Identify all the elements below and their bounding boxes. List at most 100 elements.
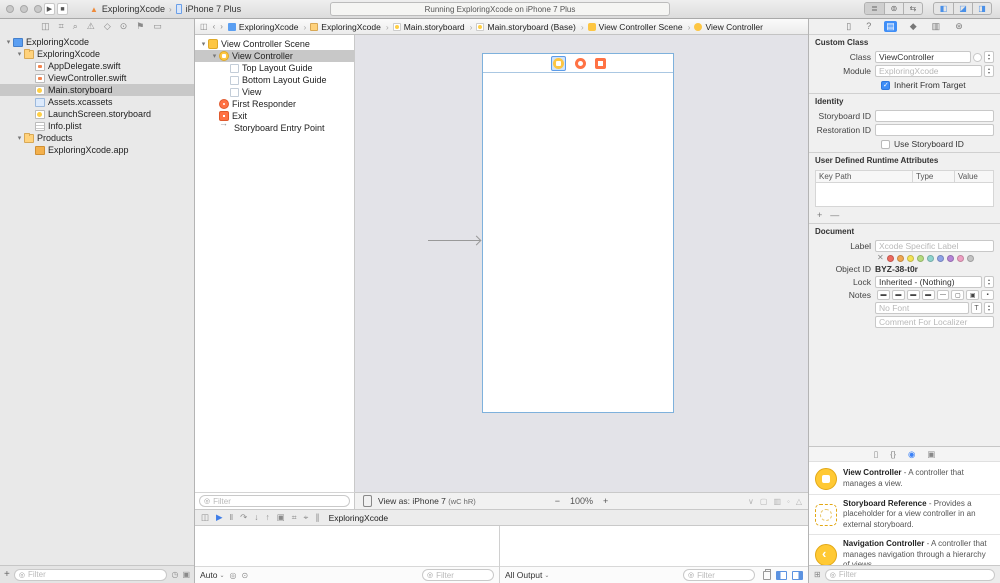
pause-button[interactable]: ‖ [230, 513, 234, 522]
assistant-editor-button[interactable]: ⊚ [884, 3, 903, 14]
nav-item-viewcontroller[interactable]: ViewController.swift [0, 72, 194, 84]
issue-navigator-icon[interactable]: ⚠ [87, 22, 95, 31]
step-into-button[interactable]: ↓ [254, 513, 258, 522]
align-icon[interactable]: ▥ [773, 497, 781, 506]
view-as-label[interactable]: View as: iPhone 7 (wC hR) [378, 496, 476, 506]
crumb-storyboard-base[interactable]: Main.storyboard (Base) [470, 22, 576, 32]
view-controller-scene[interactable] [482, 53, 674, 413]
simulate-location-button[interactable]: ⌖ [304, 513, 309, 522]
color-swatch[interactable] [927, 255, 934, 262]
update-frames-icon[interactable]: ∨ [748, 497, 754, 506]
outline-bottom-layout-guide[interactable]: Bottom Layout Guide [195, 74, 354, 86]
font-field[interactable] [875, 302, 969, 314]
connections-inspector-icon[interactable]: ⊛ [953, 21, 965, 32]
stop-button[interactable]: ■ [57, 3, 68, 15]
crumb-view-controller[interactable]: View Controller [688, 22, 763, 32]
disclosure-triangle[interactable]: ▾ [4, 38, 13, 46]
report-navigator-icon[interactable]: ▭ [153, 22, 162, 31]
toggle-debug-area-button[interactable]: ◪ [953, 3, 972, 14]
module-field[interactable] [875, 65, 982, 77]
color-swatch[interactable] [937, 255, 944, 262]
minimize-button[interactable] [20, 5, 28, 13]
forward-button[interactable]: › [220, 22, 223, 31]
toggle-variables-view-icon[interactable] [776, 571, 787, 580]
disclosure-triangle[interactable]: ▾ [15, 134, 24, 142]
font-text-button[interactable]: T [971, 302, 982, 314]
outline-entry-point[interactable]: Storyboard Entry Point [195, 122, 354, 134]
show-vars-info-icon[interactable]: ⊙ [242, 571, 249, 580]
nav-item-products[interactable]: ▾ Products [0, 132, 194, 144]
step-over-button[interactable]: ↷ [240, 513, 247, 522]
zoom-in-button[interactable]: + [603, 496, 608, 506]
document-label-field[interactable] [875, 240, 994, 252]
crumb-storyboard[interactable]: Main.storyboard [386, 22, 465, 32]
crumb-scene[interactable]: View Controller Scene [581, 22, 683, 32]
grid-view-icon[interactable]: ⊞ [814, 570, 821, 579]
resolve-auto-layout-icon[interactable]: △ [796, 497, 802, 506]
lock-popup-button[interactable] [984, 276, 994, 288]
nav-item-appdelegate[interactable]: AppDelegate.swift [0, 60, 194, 72]
disclosure-triangle[interactable]: ▾ [199, 40, 208, 48]
variables-scope-popup[interactable]: Auto⌄ [200, 570, 225, 580]
storyboard-id-field[interactable] [875, 110, 994, 122]
color-swatch[interactable] [887, 255, 894, 262]
nav-item-assets[interactable]: Assets.xcassets [0, 96, 194, 108]
color-swatch[interactable] [897, 255, 904, 262]
file-inspector-icon[interactable]: ▯ [844, 21, 853, 32]
color-swatch[interactable] [907, 255, 914, 262]
outline-filter-input[interactable] [213, 497, 345, 506]
pin-icon[interactable]: ◦ [787, 497, 790, 506]
version-editor-button[interactable]: ⇆ [903, 3, 922, 14]
related-items-icon[interactable]: ◫ [200, 22, 208, 31]
identity-inspector-icon[interactable]: ▤ [884, 21, 897, 32]
remove-runtime-attribute-button[interactable]: — [830, 210, 839, 220]
lock-popup[interactable]: Inherited - (Nothing) [875, 276, 982, 288]
class-field[interactable] [875, 51, 971, 63]
clear-console-icon[interactable] [763, 571, 771, 580]
crumb-group[interactable]: ExploringXcode [303, 22, 380, 32]
library-item-storyboard-reference[interactable]: Storyboard Reference - Provides a placeh… [809, 495, 1000, 535]
inherit-from-target-checkbox[interactable] [881, 81, 890, 90]
outline-scene[interactable]: ▾ View Controller Scene [195, 38, 354, 50]
nav-item-infoplist[interactable]: Info.plist [0, 120, 194, 132]
nav-item-app[interactable]: ExploringXcode.app [0, 144, 194, 156]
media-library-icon[interactable]: ▣ [927, 450, 935, 459]
module-popup-button[interactable] [984, 65, 994, 77]
file-template-library-icon[interactable]: ▯ [874, 450, 879, 459]
nav-item-main-storyboard[interactable]: Main.storyboard [0, 84, 194, 96]
source-control-status-icon[interactable]: ▣ [182, 570, 190, 579]
console-view[interactable]: All Output⌄ ◎ [500, 526, 808, 583]
find-navigator-icon[interactable]: ⌕ [73, 22, 78, 31]
code-snippet-library-icon[interactable]: {} [890, 450, 896, 459]
view-hierarchy-button[interactable]: ▣ [277, 513, 285, 522]
source-control-navigator-icon[interactable]: ◫ [41, 22, 50, 31]
color-swatch[interactable] [967, 255, 974, 262]
nav-item-project[interactable]: ▾ ExploringXcode [0, 36, 194, 48]
notes-style-button[interactable]: ▪ [981, 290, 994, 300]
library-item-navigation-controller[interactable]: Navigation Controller - A controller tha… [809, 535, 1000, 565]
localizer-comment-field[interactable] [875, 316, 994, 328]
use-storyboard-id-checkbox[interactable] [881, 140, 890, 149]
disclosure-triangle[interactable]: ▾ [15, 50, 24, 58]
library-filter-input[interactable] [839, 570, 990, 579]
font-stepper[interactable] [984, 302, 994, 314]
run-button[interactable]: ▶ [44, 3, 55, 15]
breakpoints-toggle-button[interactable]: ▶ [216, 513, 223, 522]
toggle-navigator-button[interactable]: ◧ [934, 3, 953, 14]
standard-editor-button[interactable]: ≣ [865, 3, 884, 14]
notes-style-button[interactable]: ▬ [892, 290, 905, 300]
color-none-swatch[interactable]: ✕ [877, 254, 884, 262]
test-navigator-icon[interactable]: ◇ [104, 22, 111, 31]
notes-style-button[interactable]: — [937, 290, 950, 300]
notes-style-button[interactable]: ▬ [922, 290, 935, 300]
outline-view[interactable]: View [195, 86, 354, 98]
zoom-out-button[interactable]: − [555, 496, 560, 506]
storyboard-canvas[interactable] [355, 35, 808, 492]
step-out-button[interactable]: ↑ [265, 513, 269, 522]
color-swatch[interactable] [917, 255, 924, 262]
notes-style-bold-button[interactable]: ▬ [877, 290, 890, 300]
memory-graph-button[interactable]: ⌗ [292, 513, 297, 522]
color-swatch[interactable] [947, 255, 954, 262]
stack-frame-handle[interactable]: ∥ [315, 513, 319, 522]
view-controller-view[interactable] [483, 73, 673, 412]
